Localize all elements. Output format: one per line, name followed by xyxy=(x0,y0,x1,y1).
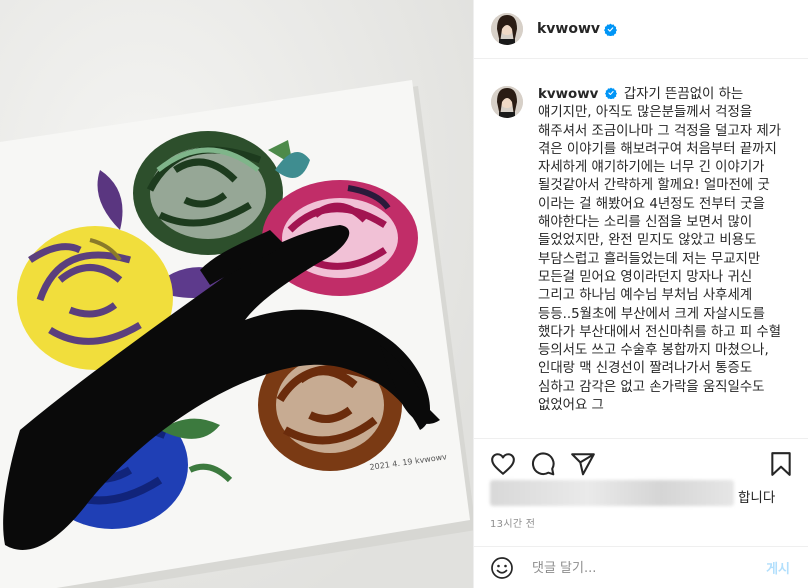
post-header: kvwowv xyxy=(474,0,808,59)
post-comment-button[interactable]: 게시 xyxy=(766,558,790,577)
post-image[interactable]: 2021 4. 19 kvwowv xyxy=(0,0,473,588)
share-icon[interactable] xyxy=(570,451,596,477)
caption-text: 갑자기 뜬끔없이 하는 얘기지만, 아직도 많은분들께서 걱정을 해주셔서 조금… xyxy=(538,87,782,414)
caption-avatar[interactable] xyxy=(491,86,523,118)
blurred-liker-name xyxy=(490,480,734,506)
comment-icon[interactable] xyxy=(530,451,556,477)
likes-line: 합니다 xyxy=(490,480,792,508)
post-timestamp[interactable]: 13시간 전 xyxy=(490,515,535,530)
verified-icon xyxy=(604,23,618,36)
emoji-icon[interactable] xyxy=(490,556,514,580)
caption-avatar-image xyxy=(491,86,523,118)
caption-text-block: kvwowv 갑자기 뜬끔없이 하는 얘기지만, 아직도 많은분들께서 걱정을 … xyxy=(538,86,783,438)
painting-photo: 2021 4. 19 kvwowv xyxy=(0,0,473,588)
heart-icon[interactable] xyxy=(490,451,516,477)
likes-suffix: 합니다 xyxy=(738,490,776,506)
avatar-image xyxy=(491,13,523,45)
caption-verified-icon xyxy=(604,87,617,100)
avatar[interactable] xyxy=(491,13,523,45)
bookmark-icon[interactable] xyxy=(768,451,794,477)
post-username[interactable]: kvwowv xyxy=(537,21,600,37)
comment-input[interactable] xyxy=(530,555,734,581)
caption-username[interactable]: kvwowv xyxy=(538,87,598,102)
caption-area: kvwowv 갑자기 뜬끔없이 하는 얘기지만, 아직도 많은분들께서 걱정을 … xyxy=(474,60,808,438)
post-side-panel: kvwowv kvwowv 갑자기 뜬끔없이 하는 얘기지만, 아직도 많은분들… xyxy=(473,0,808,588)
comment-bar: 게시 xyxy=(474,546,808,588)
